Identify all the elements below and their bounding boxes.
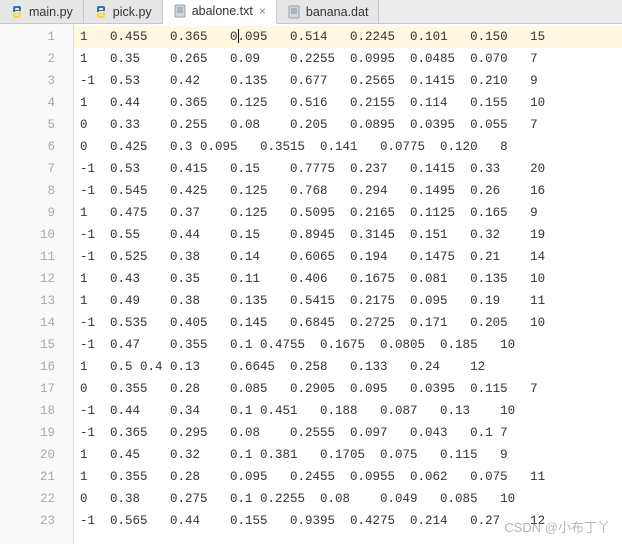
line-number: 17 (0, 378, 73, 400)
text-file-icon (173, 4, 187, 18)
line-number: 10 (0, 224, 73, 246)
text-line[interactable]: 1 0.43 0.35 0.11 0.406 0.1675 0.081 0.13… (74, 268, 622, 290)
line-number: 19 (0, 422, 73, 444)
line-number: 15 (0, 334, 73, 356)
line-number: 23 (0, 510, 73, 532)
line-number: 11 (0, 246, 73, 268)
line-number: 9 (0, 202, 73, 224)
text-caret (238, 29, 239, 43)
tab-pick-py[interactable]: pick.py (84, 0, 163, 23)
text-line[interactable]: -1 0.44 0.34 0.1 0.451 0.188 0.087 0.13 … (74, 400, 622, 422)
tab-abalone-txt[interactable]: abalone.txt × (163, 0, 277, 24)
text-line[interactable]: -1 0.545 0.425 0.125 0.768 0.294 0.1495 … (74, 180, 622, 202)
text-line[interactable]: 1 0.49 0.38 0.135 0.5415 0.2175 0.095 0.… (74, 290, 622, 312)
line-number: 7 (0, 158, 73, 180)
line-number: 1 (0, 26, 73, 48)
line-number: 4 (0, 92, 73, 114)
tab-label: abalone.txt (192, 4, 253, 18)
text-line[interactable]: 1 0.455 0.365 0.095 0.514 0.2245 0.101 0… (74, 26, 622, 48)
tab-banana-dat[interactable]: banana.dat (277, 0, 380, 23)
text-line[interactable]: 1 0.45 0.32 0.1 0.381 0.1705 0.075 0.115… (74, 444, 622, 466)
line-number: 21 (0, 466, 73, 488)
close-icon[interactable]: × (259, 4, 266, 18)
line-number: 13 (0, 290, 73, 312)
tab-main-py[interactable]: main.py (0, 0, 84, 23)
editor-tabs: main.py pick.py abalone.txt × banana.dat (0, 0, 622, 24)
line-number: 20 (0, 444, 73, 466)
python-file-icon (94, 5, 108, 19)
text-line[interactable]: 1 0.355 0.28 0.095 0.2455 0.0955 0.062 0… (74, 466, 622, 488)
text-line[interactable]: 1 0.475 0.37 0.125 0.5095 0.2165 0.1125 … (74, 202, 622, 224)
line-number: 8 (0, 180, 73, 202)
tab-label: banana.dat (306, 5, 369, 19)
text-line[interactable]: -1 0.565 0.44 0.155 0.9395 0.4275 0.214 … (74, 510, 622, 532)
line-number: 3 (0, 70, 73, 92)
text-line[interactable]: 1 0.35 0.265 0.09 0.2255 0.0995 0.0485 0… (74, 48, 622, 70)
text-line[interactable]: 0 0.355 0.28 0.085 0.2905 0.095 0.0395 0… (74, 378, 622, 400)
text-line[interactable]: 0 0.425 0.3 0.095 0.3515 0.141 0.0775 0.… (74, 136, 622, 158)
text-content[interactable]: 1 0.455 0.365 0.095 0.514 0.2245 0.101 0… (74, 24, 622, 544)
text-line[interactable]: -1 0.53 0.42 0.135 0.677 0.2565 0.1415 0… (74, 70, 622, 92)
line-number: 12 (0, 268, 73, 290)
text-line[interactable]: -1 0.535 0.405 0.145 0.6845 0.2725 0.171… (74, 312, 622, 334)
text-line[interactable]: 1 0.44 0.365 0.125 0.516 0.2155 0.114 0.… (74, 92, 622, 114)
line-number-gutter: 1234567891011121314151617181920212223 (0, 24, 74, 544)
editor-area: 1234567891011121314151617181920212223 1 … (0, 24, 622, 544)
text-line[interactable]: 0 0.38 0.275 0.1 0.2255 0.08 0.049 0.085… (74, 488, 622, 510)
text-line[interactable]: 0 0.33 0.255 0.08 0.205 0.0895 0.0395 0.… (74, 114, 622, 136)
line-number: 22 (0, 488, 73, 510)
line-number: 5 (0, 114, 73, 136)
text-line[interactable]: -1 0.53 0.415 0.15 0.7775 0.237 0.1415 0… (74, 158, 622, 180)
text-line[interactable]: -1 0.525 0.38 0.14 0.6065 0.194 0.1475 0… (74, 246, 622, 268)
line-number: 16 (0, 356, 73, 378)
python-file-icon (10, 5, 24, 19)
text-line[interactable]: -1 0.365 0.295 0.08 0.2555 0.097 0.043 0… (74, 422, 622, 444)
tab-label: pick.py (113, 5, 152, 19)
line-number: 2 (0, 48, 73, 70)
line-number: 14 (0, 312, 73, 334)
line-number: 18 (0, 400, 73, 422)
line-number: 6 (0, 136, 73, 158)
text-line[interactable]: 1 0.5 0.4 0.13 0.6645 0.258 0.133 0.24 1… (74, 356, 622, 378)
tab-label: main.py (29, 5, 73, 19)
text-line[interactable]: -1 0.55 0.44 0.15 0.8945 0.3145 0.151 0.… (74, 224, 622, 246)
text-file-icon (287, 5, 301, 19)
text-line[interactable]: -1 0.47 0.355 0.1 0.4755 0.1675 0.0805 0… (74, 334, 622, 356)
